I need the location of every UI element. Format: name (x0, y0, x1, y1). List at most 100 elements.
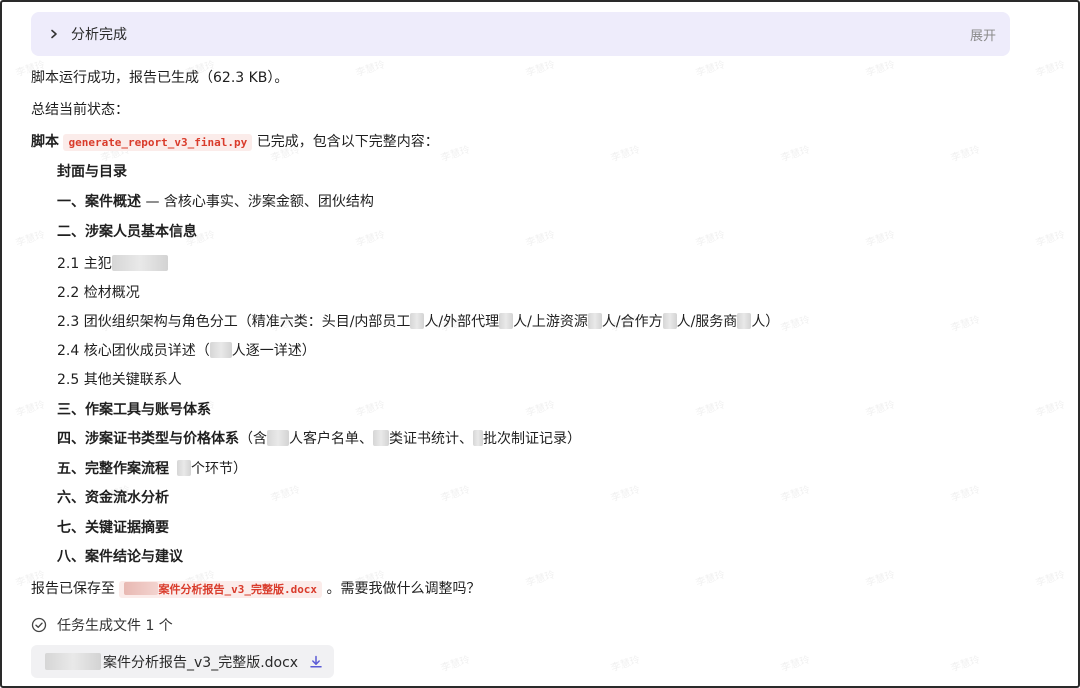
section-2-1: 2.1 主犯 (57, 254, 168, 274)
watermark-text: 李慧玲 (524, 59, 557, 80)
text-seg: 人/合作方 (601, 314, 663, 330)
section-cover: 封面与目录 (57, 164, 127, 180)
expand-button[interactable]: 展开 (970, 25, 996, 44)
section-2-4: 2.4 核心团伙成员详述（ 人逐一详述） (57, 341, 316, 361)
text-seg: 人/上游资源 (513, 314, 588, 330)
watermark-text: 李慧玲 (864, 59, 897, 80)
section-5-title: 五、完整作案流程 (57, 461, 169, 477)
saved-path: 案件分析报告_v3_完整版.docx (119, 581, 323, 598)
watermark-text: 李慧玲 (779, 484, 812, 505)
chevron-right-icon (47, 27, 61, 41)
section-8: 八、案件结论与建议 (57, 549, 183, 565)
watermark-text: 李慧玲 (949, 484, 982, 505)
section-6: 六、资金流水分析 (57, 490, 169, 506)
watermark-text: 李慧玲 (864, 229, 897, 250)
watermark-text: 李慧玲 (354, 399, 387, 420)
text-seg: 个环节） (191, 461, 247, 477)
text-seg: （含 (239, 431, 267, 447)
watermark-text: 李慧玲 (14, 229, 47, 250)
redacted-block (124, 582, 159, 595)
redacted-block (177, 460, 191, 476)
watermark-text: 李慧玲 (694, 229, 727, 250)
text-seg: 人） (751, 314, 780, 330)
text-seg: 2.4 核心团伙成员详述（ (57, 343, 210, 359)
section-1: 一、案件概述 — 含核心事实、涉案金额、团伙结构 (57, 192, 374, 212)
text-seg: 人/服务商 (676, 314, 738, 330)
text-seg: 人/外部代理 (424, 314, 500, 330)
watermark-text: 李慧玲 (694, 59, 727, 80)
watermark-text: 李慧玲 (1034, 59, 1067, 80)
file-name: 案件分析报告_v3_完整版.docx (103, 654, 299, 671)
section-1-title: 一、案件概述 (57, 194, 141, 210)
text-seg: 人逐一详述） (231, 343, 316, 359)
watermark-text: 李慧玲 (779, 144, 812, 165)
watermark-text: 李慧玲 (439, 654, 472, 675)
script-suffix: 已完成，包含以下完整内容： (256, 134, 439, 150)
redacted-block (499, 313, 514, 329)
watermark-text: 李慧玲 (354, 229, 387, 250)
section-4-title: 四、涉案证书类型与价格体系 (57, 431, 239, 447)
watermark-text: 李慧玲 (779, 654, 812, 675)
saved-suffix: 。需要我做什么调整吗？ (326, 581, 481, 597)
summary-label: 总结当前状态： (31, 102, 129, 118)
collapse-title: 分析完成 (71, 27, 127, 43)
redacted-block (267, 430, 289, 446)
redacted-block (473, 430, 483, 446)
section-7: 七、关键证据摘要 (57, 520, 169, 536)
file-attachment[interactable]: 案件分析报告_v3_完整版.docx (31, 645, 334, 678)
watermark-text: 李慧玲 (524, 569, 557, 590)
task-files-summary[interactable]: 任务生成文件 1 个 (31, 615, 173, 635)
section-2-5: 2.5 其他关键联系人 (57, 372, 182, 388)
watermark-text: 李慧玲 (864, 399, 897, 420)
watermark-text: 李慧玲 (609, 144, 642, 165)
watermark-text: 李慧玲 (14, 399, 47, 420)
section-1-desc: — 含核心事实、涉案金额、团伙结构 (141, 194, 374, 210)
download-icon[interactable] (308, 654, 324, 670)
watermark-text: 李慧玲 (949, 144, 982, 165)
status-line: 脚本运行成功，报告已生成（62.3 KB）。 (31, 70, 289, 86)
watermark-text: 李慧玲 (609, 654, 642, 675)
section-5: 五、完整作案流程 个环节） (57, 459, 247, 479)
watermark-text: 李慧玲 (439, 144, 472, 165)
watermark-text: 李慧玲 (694, 569, 727, 590)
watermark-text: 李慧玲 (609, 484, 642, 505)
redacted-block (373, 430, 389, 446)
redacted-block (662, 313, 677, 329)
watermark-text: 李慧玲 (354, 59, 387, 80)
script-filename: generate_report_v3_final.py (63, 134, 253, 151)
watermark-text: 李慧玲 (1034, 569, 1067, 590)
section-2-3: 2.3 团伙组织架构与角色分工（精准六类：头目/内部员工 人/外部代理 人/上游资源… (57, 312, 779, 332)
watermark-text: 李慧玲 (864, 569, 897, 590)
watermark-text: 李慧玲 (524, 229, 557, 250)
section-2: 二、涉案人员基本信息 (57, 224, 197, 240)
redacted-block (45, 653, 101, 670)
check-circle-icon (31, 617, 47, 633)
script-prefix: 脚本 (31, 134, 59, 150)
watermark-text: 李慧玲 (524, 399, 557, 420)
analysis-collapse-header[interactable]: 分析完成 展开 (31, 12, 1010, 56)
watermark-text: 李慧玲 (269, 484, 302, 505)
watermark-text: 李慧玲 (1034, 229, 1067, 250)
section-2-2: 2.2 检材概况 (57, 285, 140, 301)
redacted-block (737, 313, 752, 329)
watermark-text: 李慧玲 (949, 654, 982, 675)
section-2-1-text: 2.1 主犯 (57, 256, 112, 272)
watermark-text: 李慧玲 (779, 314, 812, 335)
section-3: 三、作案工具与账号体系 (57, 402, 211, 418)
redacted-block (111, 255, 168, 271)
watermark-text: 李慧玲 (439, 484, 472, 505)
section-4: 四、涉案证书类型与价格体系（含 人客户名单、 类证书统计、 批次制证记录） (57, 429, 581, 449)
redacted-block (587, 313, 602, 329)
watermark-text: 李慧玲 (949, 314, 982, 335)
script-line: 脚本 generate_report_v3_final.py 已完成，包含以下完… (31, 132, 439, 153)
text-seg: 人客户名单、 (289, 431, 373, 447)
text-seg: 2.3 团伙组织架构与角色分工（精准六类：头目/内部员工 (57, 314, 411, 330)
redacted-block (209, 342, 232, 358)
text-seg: 批次制证记录） (483, 431, 581, 447)
text-seg: 类证书统计、 (389, 431, 473, 447)
saved-prefix: 报告已保存至 (31, 581, 115, 597)
redacted-block (410, 313, 425, 329)
saved-line: 报告已保存至 案件分析报告_v3_完整版.docx 。需要我做什么调整吗？ (31, 579, 481, 600)
task-files-label: 任务生成文件 1 个 (57, 618, 173, 634)
watermark-text: 李慧玲 (694, 399, 727, 420)
